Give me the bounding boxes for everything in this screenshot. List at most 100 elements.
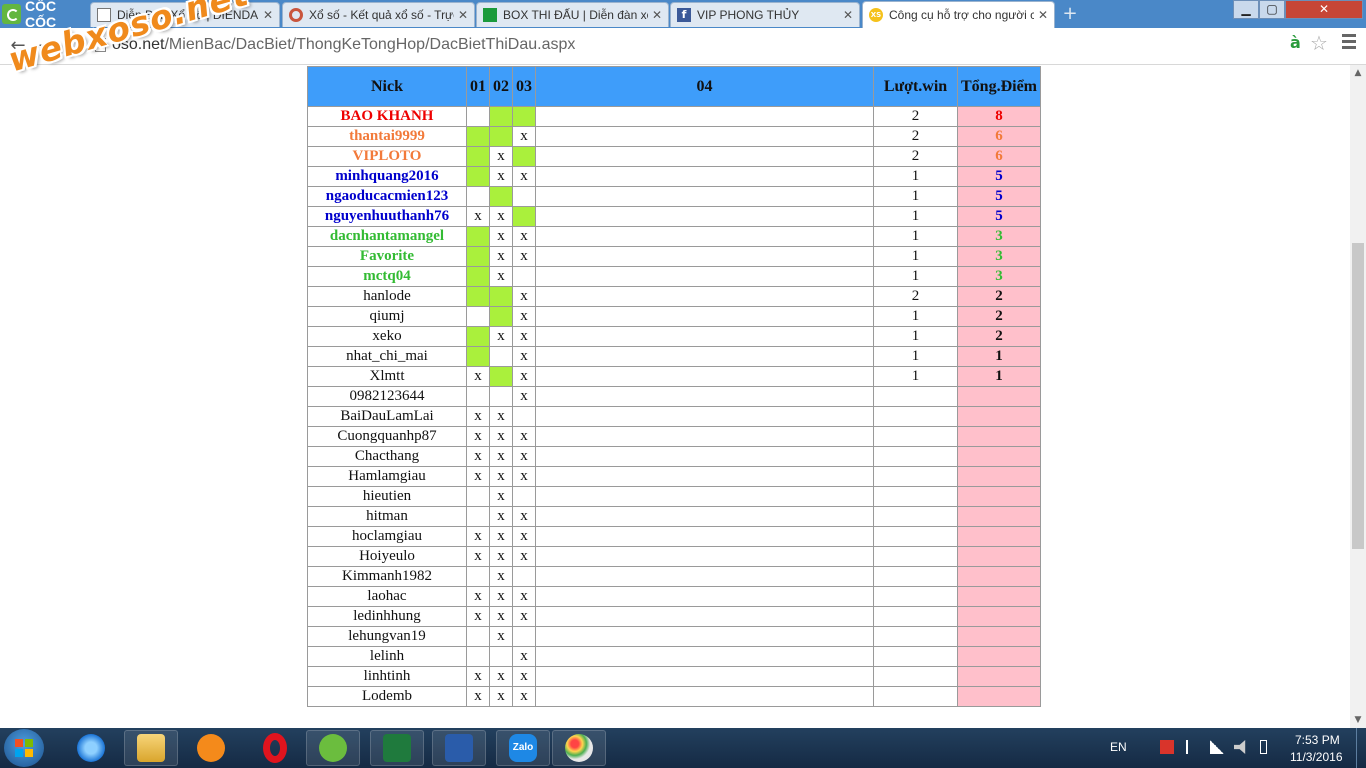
taskbar-internet-explorer[interactable] — [64, 730, 118, 766]
column-header-round-01[interactable]: 01 — [466, 66, 490, 107]
cell-nick: hitman — [307, 506, 467, 527]
cell-nick: xeko — [307, 326, 467, 347]
cell-round-01: x — [466, 426, 490, 447]
cell-round-03: x — [512, 466, 536, 487]
tab-close-icon[interactable]: ✕ — [1038, 8, 1048, 22]
cell-round-02 — [489, 366, 513, 387]
cell-round-03 — [512, 566, 536, 587]
cell-nick: VIPLOTO — [307, 146, 467, 167]
ring-icon — [289, 8, 303, 22]
battery-icon[interactable] — [1260, 740, 1267, 754]
column-header-wins[interactable]: Lượt.win — [873, 66, 958, 107]
tab-close-icon[interactable]: ✕ — [263, 8, 273, 22]
cell-round-02: x — [489, 446, 513, 467]
action-center-flag-icon[interactable] — [1186, 740, 1202, 754]
clock-time[interactable]: 7:53 PM — [1295, 733, 1340, 747]
cell-round-04 — [535, 206, 874, 227]
cell-round-04 — [535, 286, 874, 307]
table-row: 0982123644 x — [307, 386, 1041, 407]
cell-round-01: x — [466, 526, 490, 547]
tab-ket-qua-xo-so[interactable]: Xổ số - Kết quả xổ số - Trực tiếp ✕ — [282, 2, 475, 27]
cell-round-04 — [535, 626, 874, 647]
tab-close-icon[interactable]: ✕ — [458, 8, 468, 22]
cell-points — [957, 486, 1041, 507]
column-header-round-04[interactable]: 04 — [535, 66, 874, 107]
cell-round-01 — [466, 246, 490, 267]
cell-round-03 — [512, 486, 536, 507]
cell-round-04 — [535, 386, 874, 407]
cell-points — [957, 466, 1041, 487]
cell-points: 1 — [957, 346, 1041, 367]
cell-wins — [873, 446, 958, 467]
language-indicator[interactable]: EN — [1110, 740, 1127, 754]
taskbar-paint[interactable] — [552, 730, 606, 766]
tab-close-icon[interactable]: ✕ — [652, 8, 662, 22]
column-header-round-02[interactable]: 02 — [489, 66, 513, 107]
taskbar-word[interactable] — [432, 730, 486, 766]
scroll-up-arrow-icon[interactable]: ▲ — [1350, 65, 1366, 81]
cell-round-02: x — [489, 226, 513, 247]
scrollbar-thumb[interactable] — [1352, 243, 1364, 549]
cell-round-01 — [466, 506, 490, 527]
cell-wins — [873, 566, 958, 587]
cell-points — [957, 606, 1041, 627]
taskbar-opera[interactable] — [248, 730, 302, 766]
cell-round-03 — [512, 146, 536, 167]
network-signal-icon[interactable] — [1210, 740, 1224, 754]
cell-points — [957, 526, 1041, 547]
taskbar-zalo[interactable]: Zalo — [496, 730, 550, 766]
cell-round-01 — [466, 186, 490, 207]
cell-round-01: x — [466, 406, 490, 427]
taskbar-excel[interactable] — [370, 730, 424, 766]
cell-round-04 — [535, 586, 874, 607]
taskbar-media-player[interactable] — [184, 730, 238, 766]
table-row: VIPLOTO x 2 6 — [307, 146, 1041, 167]
column-header-round-03[interactable]: 03 — [512, 66, 536, 107]
windows-taskbar: Zalo EN — [0, 728, 1366, 768]
clock-date[interactable]: 11/3/2016 — [1290, 750, 1343, 764]
start-button[interactable] — [4, 729, 44, 767]
table-row: hoclamgiau x x x — [307, 526, 1041, 547]
tab-close-icon[interactable]: ✕ — [843, 8, 853, 22]
column-header-points[interactable]: Tổng.Điểm — [957, 66, 1041, 107]
minimize-button[interactable]: ▁ — [1233, 0, 1259, 19]
taskbar-coccoc[interactable] — [306, 730, 360, 766]
antivirus-tray-icon[interactable] — [1160, 740, 1174, 754]
vertical-scrollbar[interactable]: ▲ ▼ — [1350, 65, 1366, 728]
cell-round-04 — [535, 346, 874, 367]
cell-wins — [873, 546, 958, 567]
cell-round-03: x — [512, 546, 536, 567]
show-desktop-button[interactable] — [1356, 728, 1366, 768]
cell-wins — [873, 646, 958, 667]
scroll-down-arrow-icon[interactable]: ▼ — [1350, 712, 1366, 728]
tab-vip-phong-thuy[interactable]: f VIP PHONG THỦY ✕ — [670, 2, 860, 27]
address-bar[interactable]: oso.net/MienBac/DacBiet/ThongKeTongHop/D… — [112, 36, 575, 54]
cell-round-01 — [466, 306, 490, 327]
cell-wins: 1 — [873, 246, 958, 267]
cell-wins — [873, 586, 958, 607]
cell-round-02: x — [489, 466, 513, 487]
cell-nick: hanlode — [307, 286, 467, 307]
table-header-row: Nick 01 02 03 04 Lượt.win Tổng.Điểm — [307, 66, 1041, 107]
cell-nick: Kimmanh1982 — [307, 566, 467, 587]
table-row: nhat_chi_mai x 1 1 — [307, 346, 1041, 367]
cell-points — [957, 506, 1041, 527]
tab-box-thi-dau[interactable]: BOX THI ĐẤU | Diễn đàn xổ số ✕ — [476, 2, 669, 27]
menu-icon[interactable] — [1342, 34, 1356, 50]
browser-navigation-bar: ← → ↻ oso.net/MienBac/DacBiet/ThongKeTon… — [0, 28, 1366, 65]
cell-wins: 1 — [873, 306, 958, 327]
cell-round-04 — [535, 306, 874, 327]
cell-round-04 — [535, 566, 874, 587]
taskbar-file-explorer[interactable] — [124, 730, 178, 766]
cell-round-04 — [535, 546, 874, 567]
extension-icon[interactable]: à — [1290, 33, 1301, 52]
tab-cong-cu-ho-tro[interactable]: XS Công cụ hỗ trợ cho người chơi ✕ — [862, 1, 1055, 28]
column-header-nick[interactable]: Nick — [307, 66, 467, 107]
maximize-button[interactable]: ▢ — [1259, 0, 1285, 19]
cell-round-03: x — [512, 306, 536, 327]
close-window-button[interactable]: ✕ — [1285, 0, 1363, 19]
volume-icon[interactable] — [1234, 740, 1246, 754]
cell-round-04 — [535, 506, 874, 527]
new-tab-button[interactable]: + — [1060, 4, 1080, 24]
bookmark-star-icon[interactable]: ☆ — [1310, 31, 1328, 55]
